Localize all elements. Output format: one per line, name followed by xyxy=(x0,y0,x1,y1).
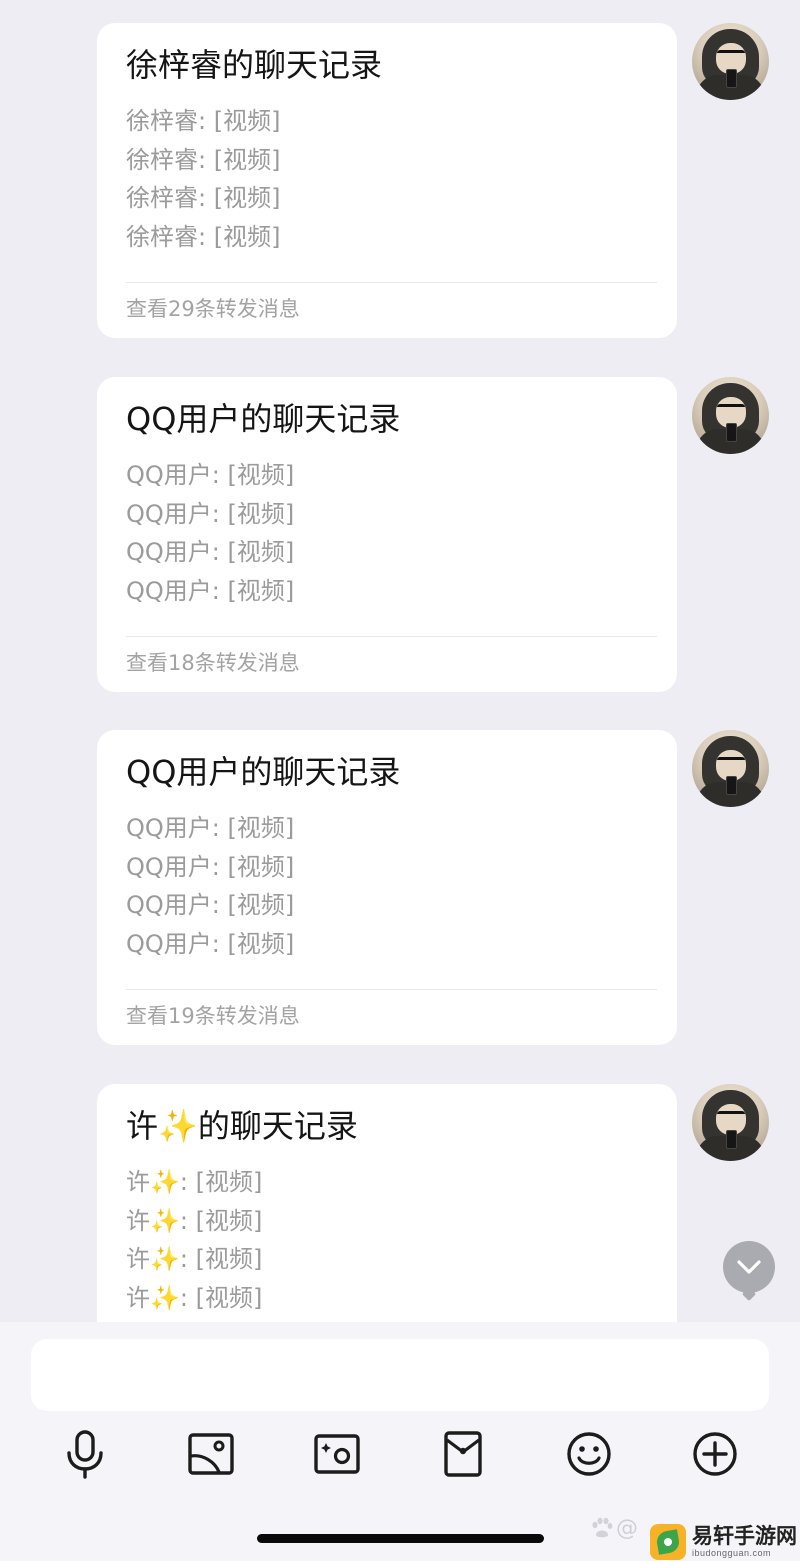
red-packet-icon xyxy=(444,1431,482,1477)
chat-record-title: 徐梓睿的聊天记录 xyxy=(126,46,383,84)
chat-record-card[interactable]: QQ用户的聊天记录 QQ用户: [视频] QQ用户: [视频] QQ用户: [视… xyxy=(97,730,677,1045)
chat-record-line: 徐梓睿: [视频] xyxy=(126,184,281,212)
chat-record-title: QQ用户的聊天记录 xyxy=(126,400,401,438)
view-forwarded-messages-link[interactable]: 查看29条转发消息 xyxy=(126,294,300,324)
chat-record-line: QQ用户: [视频] xyxy=(126,499,295,528)
scroll-to-bottom-button[interactable] xyxy=(723,1241,775,1293)
chat-toolbar xyxy=(0,1425,800,1485)
microphone-icon xyxy=(67,1430,103,1479)
voice-button[interactable] xyxy=(56,1425,114,1483)
photo-button[interactable] xyxy=(182,1425,240,1483)
chat-record-line: QQ用户: [视频] xyxy=(126,814,295,842)
chat-record-line: 许✨: [视频] xyxy=(126,1168,263,1196)
chat-message-list[interactable]: 徐梓睿的聊天记录 徐梓睿: [视频] 徐梓睿: [视频] 徐梓睿: [视频] 徐… xyxy=(0,0,800,1322)
chat-record-line: 徐梓睿: [视频] xyxy=(126,222,281,251)
chat-record-line: QQ用户: [视频] xyxy=(126,461,295,489)
camera-icon xyxy=(314,1434,360,1474)
chat-record-line: QQ用户: [视频] xyxy=(126,929,295,958)
chat-record-line: 许✨: [视频] xyxy=(126,1283,263,1312)
chat-record-line: QQ用户: [视频] xyxy=(126,891,295,919)
message-input[interactable] xyxy=(31,1339,769,1411)
home-indicator[interactable] xyxy=(257,1534,544,1543)
view-forwarded-messages-link[interactable]: 查看19条转发消息 xyxy=(126,1001,300,1031)
plus-icon xyxy=(693,1432,737,1476)
avatar[interactable] xyxy=(692,377,769,454)
chat-record-line: 许✨: [视频] xyxy=(126,1245,263,1273)
card-divider xyxy=(126,989,657,990)
card-divider xyxy=(126,636,657,637)
watermark-site-domain: ibudongguan.com xyxy=(692,1548,772,1558)
watermark-site-name: 易轩手游网 xyxy=(692,1524,797,1548)
more-button[interactable] xyxy=(686,1425,744,1483)
chat-record-title: QQ用户的聊天记录 xyxy=(126,753,401,791)
avatar[interactable] xyxy=(692,730,769,807)
watermark-logo: 易轩手游网 ibudongguan.com xyxy=(650,1522,800,1561)
emoji-icon xyxy=(567,1432,611,1476)
red-packet-button[interactable] xyxy=(434,1425,492,1483)
chat-record-line: QQ用户: [视频] xyxy=(126,538,295,566)
chat-record-card[interactable]: 徐梓睿的聊天记录 徐梓睿: [视频] 徐梓睿: [视频] 徐梓睿: [视频] 徐… xyxy=(97,23,677,338)
view-forwarded-messages-link[interactable]: 查看18条转发消息 xyxy=(126,648,300,678)
card-divider xyxy=(126,282,657,283)
chat-record-card[interactable]: QQ用户的聊天记录 QQ用户: [视频] QQ用户: [视频] QQ用户: [视… xyxy=(97,377,677,692)
watermark-handle: @ xyxy=(616,1516,638,1541)
avatar[interactable] xyxy=(692,1084,769,1161)
chat-record-line: QQ用户: [视频] xyxy=(126,576,295,605)
chat-record-title: 许✨的聊天记录 xyxy=(126,1107,358,1145)
site-logo-icon xyxy=(650,1523,686,1560)
chat-record-line: 许✨: [视频] xyxy=(126,1206,263,1235)
chat-record-line: QQ用户: [视频] xyxy=(126,852,295,881)
camera-button[interactable] xyxy=(308,1425,366,1483)
avatar[interactable] xyxy=(692,23,769,100)
chat-record-line: 徐梓睿: [视频] xyxy=(126,145,281,174)
chat-record-line: 徐梓睿: [视频] xyxy=(126,107,281,135)
chevron-down-icon xyxy=(737,1260,761,1274)
paw-icon xyxy=(592,1517,613,1538)
chat-record-card[interactable]: 许✨的聊天记录 许✨: [视频] 许✨: [视频] 许✨: [视频] 许✨: [… xyxy=(97,1084,677,1322)
photo-icon xyxy=(188,1433,234,1475)
emoji-button[interactable] xyxy=(560,1425,618,1483)
